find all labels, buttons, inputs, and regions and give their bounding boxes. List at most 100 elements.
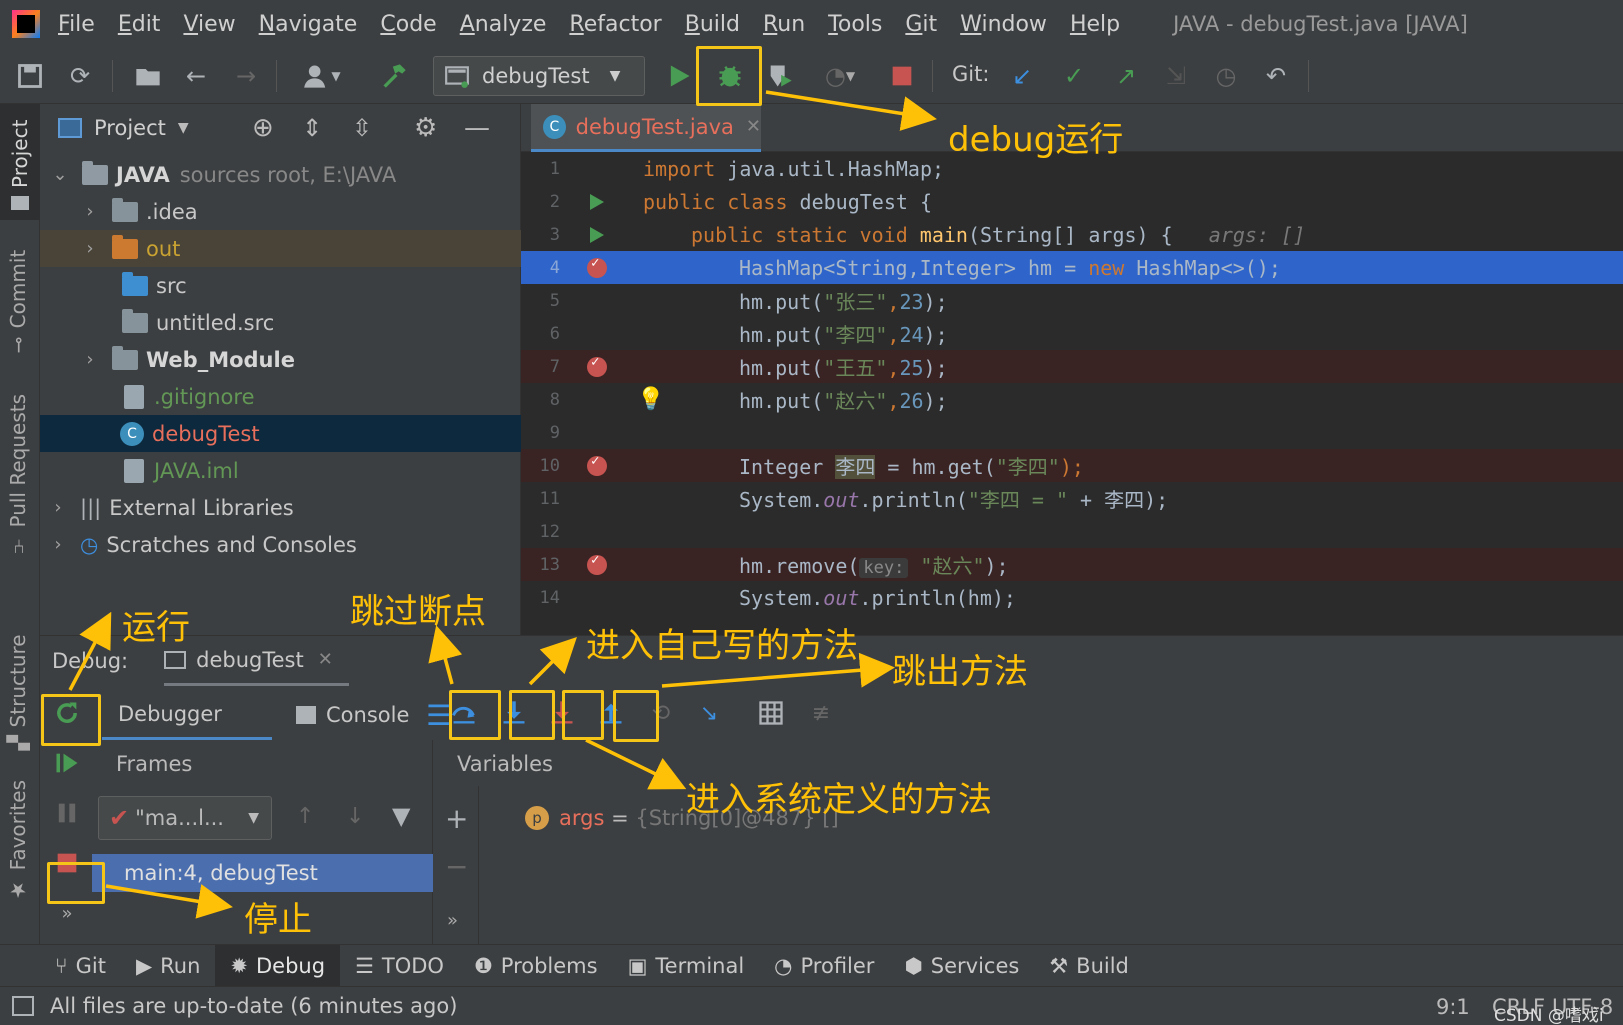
- run-to-cursor-icon[interactable]: ↘: [690, 694, 728, 732]
- toggle-panels-icon[interactable]: [12, 996, 34, 1016]
- code-line-breakpoint: 13 hm.remove(key: "赵六");: [521, 548, 1623, 581]
- tree-item-debugtest[interactable]: C debugTest: [40, 415, 521, 452]
- tree-item-root[interactable]: ⌄ JAVA sources root, E:\JAVA: [40, 156, 521, 193]
- chevron-right-icon: ›: [86, 201, 94, 222]
- menu-view[interactable]: View: [183, 12, 235, 37]
- toolwindow-todo[interactable]: ☰ TODO: [340, 945, 459, 987]
- more-chevron-icon[interactable]: »: [447, 910, 458, 931]
- tree-item-untitled-src[interactable]: untitled.src: [40, 304, 521, 341]
- trace-icon[interactable]: ≢: [802, 694, 840, 732]
- toolwindow-problems[interactable]: ❶ Problems: [459, 945, 613, 987]
- menu-edit[interactable]: Edit: [118, 12, 161, 37]
- menu-analyze[interactable]: Analyze: [460, 12, 547, 37]
- tree-item-src[interactable]: src: [40, 267, 521, 304]
- build-hammer-icon[interactable]: [378, 60, 410, 92]
- parameter-hint: key:: [859, 558, 909, 578]
- tree-item-external-libraries[interactable]: › ||| External Libraries: [40, 489, 521, 526]
- run-gutter-icon[interactable]: [590, 193, 604, 210]
- tree-item-idea[interactable]: › .idea: [40, 193, 521, 230]
- git-history-clock-icon[interactable]: ◷: [1210, 60, 1242, 92]
- project-view-selector[interactable]: Project: [94, 116, 166, 140]
- down-arrow-icon[interactable]: ↓: [346, 804, 364, 829]
- annotation-step-out: 跳出方法: [892, 652, 1028, 692]
- save-all-icon[interactable]: [14, 60, 46, 92]
- up-arrow-icon[interactable]: ↑: [296, 804, 314, 829]
- tab-favorites[interactable]: ★ Favorites: [6, 780, 30, 902]
- profiler-dropdown-icon[interactable]: ◔ ▼: [814, 60, 866, 92]
- code-line: 12: [539, 521, 560, 542]
- tab-pull-requests[interactable]: ⑂ Pull Requests: [6, 394, 30, 556]
- stop-icon[interactable]: [886, 60, 918, 92]
- remove-minus-icon[interactable]: −: [445, 850, 468, 883]
- menu-tools[interactable]: Tools: [828, 12, 882, 37]
- git-push-icon[interactable]: ↗: [1110, 60, 1142, 92]
- expand-all-icon[interactable]: ⇕: [302, 114, 322, 142]
- editor-tab-debugtest[interactable]: C debugTest.java ✕: [531, 104, 761, 152]
- open-folder-icon[interactable]: [132, 60, 164, 92]
- tab-console[interactable]: Console: [296, 690, 409, 740]
- run-with-coverage-icon[interactable]: [764, 60, 796, 92]
- frames-label: Frames: [116, 752, 193, 776]
- frame-row-selected[interactable]: main:4, debugTest: [92, 854, 433, 892]
- forward-arrow-icon[interactable]: →: [230, 60, 262, 92]
- menu-help[interactable]: Help: [1070, 12, 1120, 37]
- toolwindow-run[interactable]: ▶ Run: [121, 945, 215, 987]
- run-configuration-selector[interactable]: debugTest ▼: [433, 56, 645, 96]
- tab-project[interactable]: Project: [0, 104, 40, 220]
- gear-icon[interactable]: ⚙: [414, 113, 437, 143]
- toolwindow-git[interactable]: ⑂ Git: [40, 945, 121, 987]
- thread-selector[interactable]: ✔ "ma...l... ▼: [98, 796, 272, 840]
- run-gutter-icon[interactable]: [590, 226, 604, 243]
- debug-session-tab[interactable]: debugTest ✕: [164, 636, 349, 686]
- breakpoint-icon[interactable]: [587, 354, 607, 377]
- application-icon: [164, 650, 187, 669]
- project-view-icon: [58, 118, 82, 138]
- tab-structure[interactable]: ▞ Structure: [6, 634, 30, 750]
- toolwindow-debug[interactable]: ✹ Debug: [215, 944, 341, 987]
- pause-program-icon[interactable]: [48, 794, 86, 832]
- tree-item-scratches[interactable]: › ◷ Scratches and Consoles: [40, 526, 521, 563]
- menu-code[interactable]: Code: [380, 12, 436, 37]
- git-merge-icon[interactable]: ⇲: [1160, 60, 1192, 92]
- collapse-all-icon[interactable]: ⇳: [352, 114, 372, 142]
- run-icon[interactable]: [663, 60, 695, 92]
- user-dropdown-icon[interactable]: ▼: [296, 60, 348, 92]
- toolwindow-services[interactable]: ⬢ Services: [889, 945, 1034, 987]
- resume-program-icon[interactable]: [48, 744, 86, 782]
- toolwindow-terminal[interactable]: ▣ Terminal: [613, 945, 760, 987]
- tab-debugger[interactable]: Debugger: [102, 690, 272, 740]
- rollback-icon[interactable]: ↶: [1260, 60, 1292, 92]
- tab-commit[interactable]: ⊸ Commit: [6, 250, 30, 353]
- back-arrow-icon[interactable]: ←: [180, 60, 212, 92]
- tree-item-java-iml[interactable]: JAVA.iml: [40, 452, 521, 489]
- sync-icon[interactable]: ⟳: [64, 60, 96, 92]
- tree-item-web-module[interactable]: › Web_Module: [40, 341, 521, 378]
- lightbulb-icon[interactable]: 💡: [637, 387, 664, 412]
- filter-icon[interactable]: ▼: [392, 802, 410, 830]
- breakpoint-icon[interactable]: [587, 552, 607, 575]
- toolwindow-build[interactable]: ⚒ Build: [1034, 945, 1144, 987]
- caret-position[interactable]: 9:1: [1436, 995, 1470, 1019]
- menu-refactor[interactable]: Refactor: [569, 12, 661, 37]
- breakpoint-icon[interactable]: [587, 453, 607, 476]
- hide-minus-icon[interactable]: —: [464, 113, 490, 143]
- chevron-down-icon[interactable]: ▼: [178, 120, 189, 136]
- menu-run[interactable]: Run: [763, 12, 805, 37]
- breakpoint-icon[interactable]: [587, 255, 607, 278]
- menu-git[interactable]: Git: [905, 12, 937, 37]
- toolwindow-profiler[interactable]: ◔ Profiler: [759, 945, 889, 987]
- tree-item-gitignore[interactable]: .gitignore: [40, 378, 521, 415]
- close-icon[interactable]: ✕: [746, 116, 761, 137]
- menu-build[interactable]: Build: [685, 12, 740, 37]
- code-editor[interactable]: 1 import java.util.HashMap; 2 public cla…: [521, 152, 1623, 635]
- locate-crosshair-icon[interactable]: ⊕: [252, 113, 274, 143]
- menu-file[interactable]: File: [58, 12, 95, 37]
- git-update-icon[interactable]: ↙: [1006, 60, 1038, 92]
- evaluate-expression-icon[interactable]: [752, 694, 790, 732]
- git-commit-check-icon[interactable]: ✓: [1058, 60, 1090, 92]
- close-icon[interactable]: ✕: [318, 649, 333, 670]
- menu-navigate[interactable]: Navigate: [259, 12, 358, 37]
- tree-item-out[interactable]: › out: [40, 230, 521, 267]
- menu-window[interactable]: Window: [960, 12, 1047, 37]
- add-watch-plus-icon[interactable]: +: [445, 802, 468, 835]
